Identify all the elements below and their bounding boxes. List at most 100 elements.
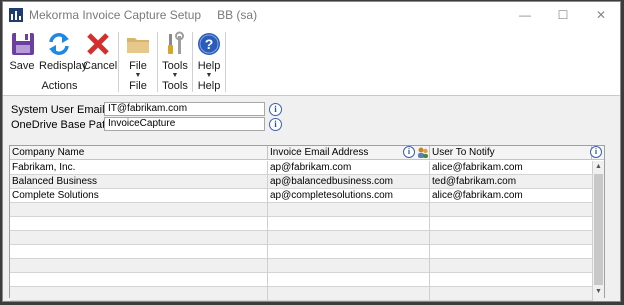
- ribbon-group-file: File ▼ File: [120, 28, 156, 96]
- title-bar: Mekorma Invoice Capture Setup BB (sa) — …: [3, 2, 620, 28]
- scrollbar-thumb[interactable]: [594, 174, 603, 285]
- onedrive-base-path-label: OneDrive Base Path: [11, 119, 112, 131]
- save-label: Save: [9, 60, 35, 72]
- minimize-button[interactable]: —: [506, 2, 544, 28]
- help-icon: ?: [195, 30, 223, 58]
- ribbon-separator: [157, 32, 158, 92]
- save-button[interactable]: Save: [9, 30, 35, 72]
- ribbon-group-label-file: File: [129, 80, 147, 92]
- maximize-button[interactable]: ☐: [544, 2, 582, 28]
- cell-company-name[interactable]: Fabrikam, Inc.: [10, 161, 268, 175]
- table-row[interactable]: [10, 259, 593, 273]
- window-title: Mekorma Invoice Capture Setup: [29, 8, 202, 22]
- svg-text:?: ?: [205, 36, 214, 52]
- table-row[interactable]: [10, 203, 593, 217]
- main-window: Mekorma Invoice Capture Setup BB (sa) — …: [2, 1, 621, 302]
- cancel-button[interactable]: Cancel: [83, 30, 118, 72]
- column-header-company-name[interactable]: Company Name: [10, 146, 268, 160]
- cell-invoice-email[interactable]: [268, 231, 430, 245]
- grid-header: Company Name Invoice Email Address i Use…: [10, 146, 604, 160]
- cell-user-to-notify[interactable]: [430, 203, 593, 217]
- table-row[interactable]: Fabrikam, Inc. ap@fabrikam.com alice@fabri…: [10, 161, 593, 175]
- table-row[interactable]: [10, 245, 593, 259]
- table-row[interactable]: Balanced Business ap@balancedbusiness.com…: [10, 175, 593, 189]
- cell-invoice-email[interactable]: [268, 287, 430, 301]
- chevron-down-icon: ▼: [205, 72, 213, 79]
- redisplay-icon: [45, 30, 73, 58]
- cell-user-to-notify[interactable]: [430, 273, 593, 287]
- file-menu-button[interactable]: File ▼: [124, 30, 152, 80]
- cell-invoice-email[interactable]: [268, 245, 430, 259]
- table-row[interactable]: Complete Solutions ap@completesolutions.c…: [10, 189, 593, 203]
- ribbon-group-label-actions: Actions: [41, 80, 78, 92]
- cell-user-to-notify[interactable]: [430, 245, 593, 259]
- info-icon[interactable]: i: [590, 146, 602, 158]
- redisplay-label: Redisplay: [39, 60, 88, 72]
- info-icon[interactable]: i: [269, 103, 282, 116]
- table-row[interactable]: [10, 287, 593, 301]
- cell-user-to-notify[interactable]: alice@fabrikam.com: [430, 161, 593, 175]
- close-window-button[interactable]: ✕: [582, 2, 620, 28]
- table-row[interactable]: [10, 273, 593, 287]
- cell-company-name[interactable]: [10, 231, 268, 245]
- redisplay-button[interactable]: Redisplay: [39, 30, 88, 72]
- app-icon: [9, 8, 23, 22]
- cell-company-name[interactable]: [10, 287, 268, 301]
- system-user-email-label: System User Email: [11, 104, 105, 116]
- cancel-label: Cancel: [83, 60, 118, 72]
- ribbon-group-actions: Save Redisplay Cancel Actions: [3, 28, 118, 96]
- cell-company-name[interactable]: Complete Solutions: [10, 189, 268, 203]
- cell-company-name[interactable]: [10, 203, 268, 217]
- cell-invoice-email[interactable]: [268, 203, 430, 217]
- vertical-scrollbar[interactable]: ▲ ▼: [592, 161, 604, 298]
- cell-company-name[interactable]: [10, 217, 268, 231]
- chevron-down-icon: ▼: [171, 72, 179, 79]
- cell-invoice-email[interactable]: [268, 273, 430, 287]
- system-user-email-field[interactable]: IT@fabrikam.com: [104, 102, 265, 116]
- cell-company-name[interactable]: [10, 273, 268, 287]
- cell-invoice-email[interactable]: [268, 259, 430, 273]
- chevron-down-icon: ▼: [134, 72, 142, 79]
- ribbon-group-label-help: Help: [197, 80, 221, 92]
- column-header-user-to-notify[interactable]: User To Notify: [430, 146, 592, 160]
- save-icon: [9, 30, 37, 58]
- cell-company-name[interactable]: [10, 259, 268, 273]
- tools-button-label: Tools: [162, 60, 188, 72]
- cell-invoice-email[interactable]: ap@completesolutions.com: [268, 189, 430, 203]
- ribbon-group-label-tools: Tools: [162, 80, 188, 92]
- help-button-label: Help: [197, 60, 221, 72]
- help-menu-button[interactable]: ? Help ▼: [195, 30, 223, 80]
- table-row[interactable]: [10, 217, 593, 231]
- ribbon-group-tools: Tools ▼ Tools: [159, 28, 191, 96]
- cell-user-to-notify[interactable]: alice@fabrikam.com: [430, 189, 593, 203]
- cell-user-to-notify[interactable]: [430, 231, 593, 245]
- ribbon-separator: [225, 32, 226, 92]
- cell-invoice-email[interactable]: ap@fabrikam.com: [268, 161, 430, 175]
- info-icon[interactable]: i: [403, 146, 415, 158]
- ribbon: Save Redisplay Cancel Actions File ▼ Fil…: [3, 28, 620, 96]
- window-context: BB (sa): [217, 8, 258, 22]
- cell-user-to-notify[interactable]: [430, 259, 593, 273]
- ribbon-separator: [192, 32, 193, 92]
- company-grid: Company Name Invoice Email Address i Use…: [9, 145, 605, 301]
- folder-icon: [124, 30, 152, 58]
- file-button-label: File: [129, 60, 147, 72]
- cell-company-name[interactable]: Balanced Business: [10, 175, 268, 189]
- table-row[interactable]: [10, 231, 593, 245]
- users-lookup-icon[interactable]: [417, 146, 429, 159]
- cell-company-name[interactable]: [10, 245, 268, 259]
- tools-menu-button[interactable]: Tools ▼: [161, 30, 189, 80]
- tools-icon: [161, 30, 189, 58]
- scroll-up-arrow-icon[interactable]: ▲: [593, 161, 604, 173]
- cancel-icon: [84, 30, 112, 58]
- onedrive-base-path-field[interactable]: InvoiceCapture: [104, 117, 265, 131]
- scroll-down-arrow-icon[interactable]: ▼: [593, 286, 604, 298]
- cell-user-to-notify[interactable]: ted@fabrikam.com: [430, 175, 593, 189]
- cell-user-to-notify[interactable]: [430, 217, 593, 231]
- cell-invoice-email[interactable]: ap@balancedbusiness.com: [268, 175, 430, 189]
- cell-user-to-notify[interactable]: [430, 287, 593, 301]
- info-icon[interactable]: i: [269, 118, 282, 131]
- ribbon-group-help: ? Help ▼ Help: [194, 28, 224, 96]
- cell-invoice-email[interactable]: [268, 217, 430, 231]
- ribbon-separator: [118, 32, 119, 92]
